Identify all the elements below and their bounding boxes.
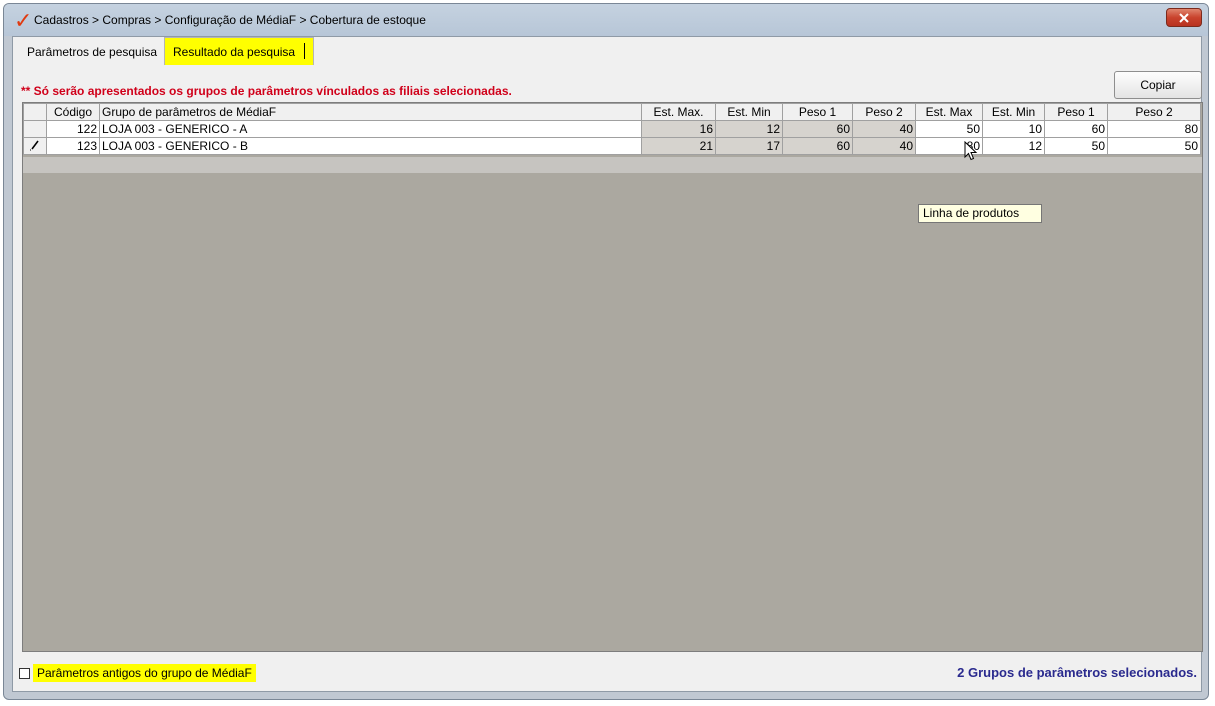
old-params-checkbox-label[interactable]: Parâmetros antigos do grupo de MédiaF (33, 664, 256, 682)
cell-est-min-2[interactable]: 10 (982, 120, 1045, 138)
cell-est-min-2[interactable]: 12 (982, 137, 1045, 155)
header-est-max-2[interactable]: Est. Max (915, 103, 983, 121)
cell-grupo[interactable]: LOJA 003 - GENERICO - B (99, 137, 642, 155)
notice-text: ** Só serão apresentados os grupos de pa… (21, 84, 512, 98)
edit-pencil-icon (30, 140, 39, 150)
cell-peso2-1: 40 (852, 137, 916, 155)
cell-codigo[interactable]: 122 (46, 120, 100, 138)
results-grid[interactable]: Código Grupo de parâmetros de MédiaF Est… (22, 102, 1203, 652)
row-indicator[interactable] (23, 137, 47, 155)
cell-peso2-2[interactable]: 80 (1107, 120, 1201, 138)
header-est-min-2[interactable]: Est. Min (982, 103, 1045, 121)
cell-peso1-1: 60 (782, 120, 853, 138)
close-icon (1179, 12, 1189, 23)
mouse-pointer-icon (964, 141, 978, 161)
cell-est-min-1: 17 (715, 137, 783, 155)
title-bar[interactable]: ✓ Cadastros > Compras > Configuração de … (4, 4, 1208, 36)
close-button[interactable] (1166, 8, 1202, 27)
cell-peso2-2[interactable]: 50 (1107, 137, 1201, 155)
window-title: Cadastros > Compras > Configuração de Mé… (34, 13, 426, 27)
cell-peso1-1: 60 (782, 137, 853, 155)
tab-strip: Parâmetros de pesquisa Resultado da pesq… (13, 37, 1201, 65)
selection-status: 2 Grupos de parâmetros selecionados. (957, 665, 1197, 680)
tooltip: Linha de produtos (918, 204, 1042, 223)
header-peso1-2[interactable]: Peso 1 (1044, 103, 1108, 121)
header-peso1-1[interactable]: Peso 1 (782, 103, 853, 121)
grid-empty-band (23, 157, 1202, 173)
header-codigo[interactable]: Código (46, 103, 100, 121)
tab-parametros-pesquisa[interactable]: Parâmetros de pesquisa (23, 42, 163, 62)
status-bar: Parâmetros antigos do grupo de MédiaF 2 … (13, 654, 1201, 691)
checkmark-icon: ✓ (14, 8, 33, 33)
text-caret (304, 43, 305, 59)
old-params-checkbox[interactable] (19, 667, 30, 679)
header-est-min-1[interactable]: Est. Min (715, 103, 783, 121)
cell-peso1-2[interactable]: 60 (1044, 120, 1108, 138)
copy-button[interactable]: Copiar (1114, 71, 1202, 99)
header-grupo[interactable]: Grupo de parâmetros de MédiaF (99, 103, 642, 121)
table-row[interactable]: 123 LOJA 003 - GENERICO - B 21 17 60 40 … (23, 137, 1201, 155)
grid-header-row: Código Grupo de parâmetros de MédiaF Est… (23, 103, 1201, 121)
header-est-max-1[interactable]: Est. Max. (641, 103, 716, 121)
old-params-checkbox-group[interactable]: Parâmetros antigos do grupo de MédiaF (19, 664, 256, 682)
header-peso2-2[interactable]: Peso 2 (1107, 103, 1201, 121)
client-area: Parâmetros de pesquisa Resultado da pesq… (12, 36, 1203, 692)
cell-est-max-1: 21 (641, 137, 716, 155)
cell-peso2-1: 40 (852, 120, 916, 138)
header-indicator (23, 103, 47, 121)
cell-grupo[interactable]: LOJA 003 - GENERICO - A (99, 120, 642, 138)
cell-est-max-1: 16 (641, 120, 716, 138)
cell-peso1-2[interactable]: 50 (1044, 137, 1108, 155)
cell-codigo[interactable]: 123 (46, 137, 100, 155)
table-row[interactable]: 122 LOJA 003 - GENERICO - A 16 12 60 40 … (23, 120, 1201, 138)
header-peso2-1[interactable]: Peso 2 (852, 103, 916, 121)
row-indicator[interactable] (23, 120, 47, 138)
cell-est-min-1: 12 (715, 120, 783, 138)
cell-est-max-2[interactable]: 50 (915, 120, 983, 138)
results-table: Código Grupo de parâmetros de MédiaF Est… (23, 103, 1201, 155)
tab-resultado-pesquisa[interactable]: Resultado da pesquisa (164, 37, 314, 65)
main-window: ✓ Cadastros > Compras > Configuração de … (3, 3, 1209, 700)
